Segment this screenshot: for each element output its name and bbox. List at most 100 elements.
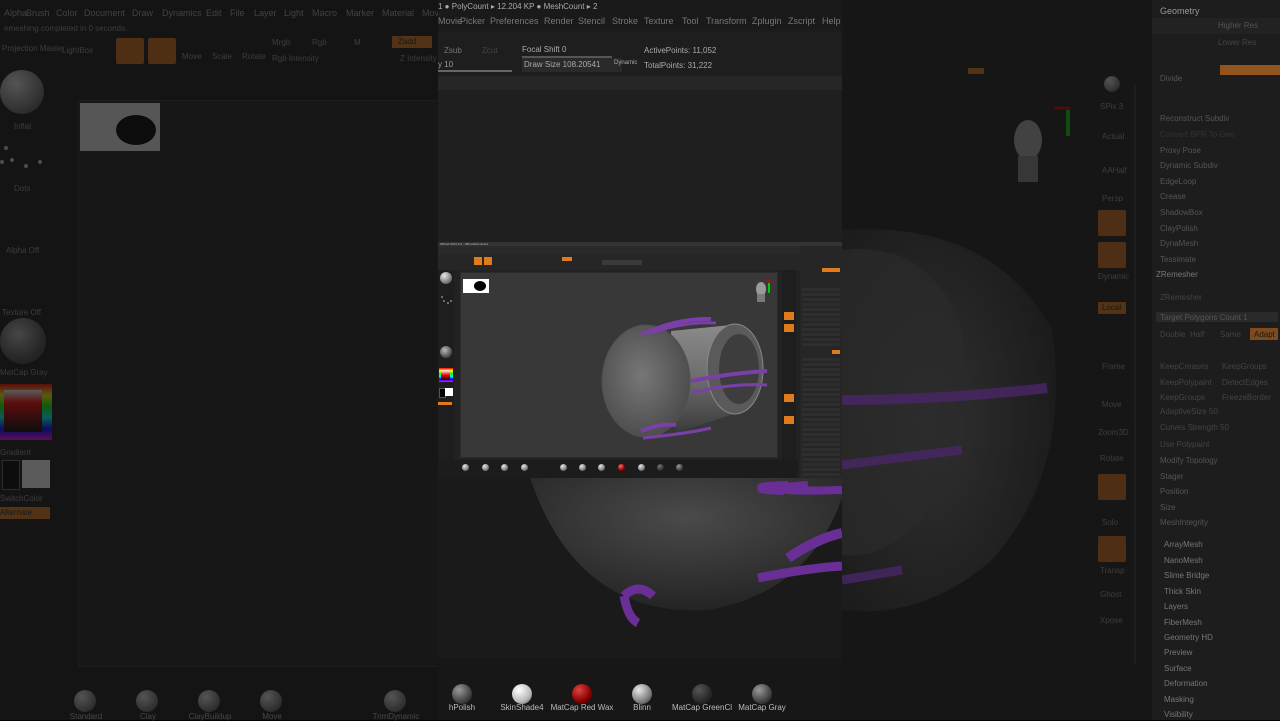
modify-topology-section[interactable]: Modify Topology (1160, 456, 1218, 465)
sdiv-slider[interactable] (1220, 65, 1280, 75)
material-clay-ball[interactable] (136, 690, 158, 712)
rotate-view-button[interactable]: Rotate (1100, 454, 1124, 463)
menu-marker[interactable]: Marker (346, 8, 374, 18)
size-section[interactable]: Size (1160, 503, 1176, 512)
mini-mat-9[interactable] (638, 464, 645, 471)
spix-button[interactable]: SPix 3 (1100, 102, 1123, 111)
keepcreases-button[interactable]: KeepCreases (1160, 362, 1208, 371)
mini-draw-size[interactable] (602, 260, 642, 265)
thick-skin-section[interactable]: Thick Skin (1164, 587, 1201, 596)
stager-section[interactable]: Stager (1160, 472, 1184, 481)
mini-mat-3[interactable] (501, 464, 508, 471)
half-button[interactable]: Half (1190, 330, 1204, 339)
material-blinn-ball[interactable] (632, 684, 652, 704)
mini-mat-1[interactable] (462, 464, 469, 471)
gradient-label[interactable]: Gradient (0, 448, 31, 457)
switch-color-button[interactable]: SwitchColor (0, 494, 43, 503)
edit-button[interactable] (116, 38, 144, 64)
transp-button[interactable] (1098, 536, 1126, 562)
menu-movie-c[interactable]: Movie (438, 16, 462, 26)
menu-dynamics[interactable]: Dynamics (162, 8, 202, 18)
use-polypaint-button[interactable]: Use Polypaint (1160, 440, 1209, 449)
frame-button[interactable]: Frame (1102, 362, 1125, 371)
dynamic-subdiv-section[interactable]: Dynamic Subdiv (1160, 161, 1218, 170)
menu-help[interactable]: Help (822, 16, 841, 26)
rotate-button[interactable]: Rotate (242, 52, 266, 61)
same-button[interactable]: Same (1220, 330, 1241, 339)
aahalf-button[interactable]: AAHalf (1102, 166, 1127, 175)
layers-section[interactable]: Layers (1164, 602, 1188, 611)
mini-mat-6[interactable] (579, 464, 586, 471)
zcut-button[interactable]: Zcut (482, 46, 498, 55)
menu-alpha[interactable]: Alpha (4, 8, 27, 18)
menu-render[interactable]: Render (544, 16, 574, 26)
mini-adapt-button[interactable] (832, 350, 840, 354)
alpha-name[interactable]: Alpha Off (6, 246, 39, 255)
menu-brush[interactable]: Brush (26, 8, 50, 18)
dynamic-persp-button[interactable] (1098, 242, 1126, 268)
mini-mat-7[interactable] (598, 464, 605, 471)
mini-transp-button[interactable] (784, 416, 794, 424)
solo-button[interactable]: Solo (1102, 518, 1118, 527)
focal-shift-slider[interactable]: Focal Shift 0 (522, 45, 566, 54)
material-thumbnail[interactable] (0, 318, 46, 364)
mini-mat-5[interactable] (560, 464, 567, 471)
brush-thumbnail[interactable] (0, 70, 44, 114)
nanomesh-section[interactable]: NanoMesh (1164, 556, 1203, 565)
mini-main-swatch[interactable] (445, 388, 453, 396)
mini-brush-icon[interactable] (440, 272, 452, 284)
draw-size-slider[interactable]: Draw Size 108.20541 (522, 58, 622, 72)
texture-name[interactable]: Texture Off (2, 308, 41, 317)
menu-material[interactable]: Material (382, 8, 414, 18)
menu-preferences[interactable]: Preferences (490, 16, 539, 26)
shadowbox-section[interactable]: ShadowBox (1160, 208, 1203, 217)
adaptivesize-slider[interactable]: AdaptiveSize 50 (1160, 407, 1218, 416)
masking-section[interactable]: Masking (1164, 695, 1194, 704)
alternate-button[interactable]: Alternate (0, 507, 50, 519)
mini-zadd-button[interactable] (562, 257, 572, 261)
persp-button[interactable]: Persp (1102, 194, 1123, 203)
keepgroups-button[interactable]: KeepGroups (1222, 362, 1267, 371)
z-intensity-value[interactable]: y 10 (438, 60, 453, 69)
curves-strength-slider[interactable]: Curves Strength 50 (1160, 423, 1229, 432)
color-saturation-square[interactable] (4, 390, 42, 432)
mini-draw-button[interactable] (484, 257, 492, 265)
bpr-render-icon[interactable] (1104, 76, 1120, 92)
rgb-intensity-slider[interactable]: Rgb Intensity (272, 54, 319, 63)
position-section[interactable]: Position (1160, 487, 1188, 496)
material-trimdynamic-ball[interactable] (384, 690, 406, 712)
polyf-button[interactable] (1098, 474, 1126, 500)
material-redwax-ball[interactable] (572, 684, 592, 704)
draw-button[interactable] (148, 38, 176, 64)
menu-color[interactable]: Color (56, 8, 78, 18)
menu-layer[interactable]: Layer (254, 8, 277, 18)
menu-zscript[interactable]: Zscript (788, 16, 815, 26)
lightbox-button[interactable]: LightBox (62, 46, 93, 55)
material-matcap-gray-ball[interactable] (752, 684, 772, 704)
geometry-hd-section[interactable]: Geometry HD (1164, 633, 1213, 642)
move-button[interactable]: Move (182, 52, 202, 61)
tessimate-section[interactable]: Tessimate (1160, 255, 1196, 264)
material-claybuildup-ball[interactable] (198, 690, 220, 712)
target-polygons-slider[interactable]: Target Polygons Count 1 (1156, 312, 1278, 322)
geometry-title[interactable]: Geometry (1160, 6, 1200, 16)
zoom3d-button[interactable]: Zoom3D (1098, 428, 1129, 437)
stroke-dots-icon[interactable] (0, 140, 46, 180)
dynamic-button[interactable]: Dynamic (614, 60, 637, 66)
mini-dynamic-button[interactable] (784, 324, 794, 332)
menu-picker[interactable]: Picker (460, 16, 485, 26)
zadd-button[interactable]: Zadd (392, 36, 432, 48)
deformation-section[interactable]: Deformation (1164, 679, 1208, 688)
floor-button[interactable] (1098, 210, 1126, 236)
mini-head-navigator-icon[interactable] (751, 279, 773, 307)
ghost-button[interactable]: Ghost (1100, 590, 1121, 599)
local-button[interactable]: Local (1098, 302, 1126, 314)
zremesher-button[interactable]: ZRemesher (1160, 293, 1202, 302)
detectedges-button[interactable]: DetectEdges (1222, 378, 1268, 387)
xpose-button[interactable]: Xpose (1100, 616, 1123, 625)
edgeloop-section[interactable]: EdgeLoop (1160, 177, 1196, 186)
main-color-swatch[interactable] (22, 460, 50, 488)
keepgroups2-button[interactable]: KeepGroups (1160, 393, 1205, 402)
material-matcap-greenclay-ball[interactable] (692, 684, 712, 704)
mini-mat-10[interactable] (657, 464, 664, 471)
